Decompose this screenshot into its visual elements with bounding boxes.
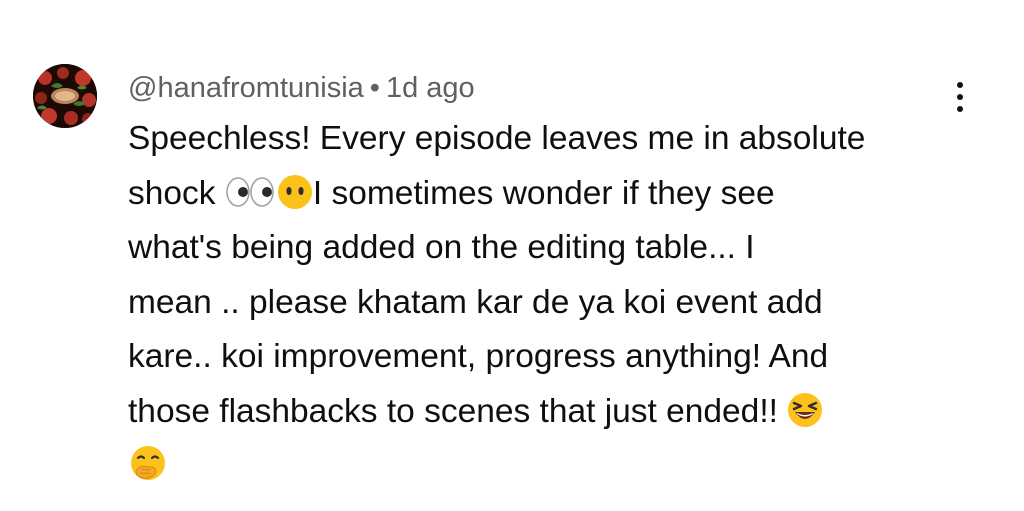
menu-dot xyxy=(957,106,963,112)
timestamp[interactable]: 1d ago xyxy=(386,72,475,104)
menu-dot xyxy=(957,82,963,88)
comment-body: Speechless! Every episode leaves me in a… xyxy=(128,112,948,494)
separator-dot: • xyxy=(369,72,380,104)
comment-item: @hanafromtunisia • 1d ago Speechless! Ever… xyxy=(0,0,1024,511)
comment-line xyxy=(128,439,948,494)
comment-line: what's being added on the editing table.… xyxy=(128,229,755,266)
author-handle[interactable]: @hanafromtunisia xyxy=(128,72,364,104)
eyes-emoji-icon xyxy=(225,175,277,209)
line-text: shock xyxy=(128,174,225,212)
line-text: those flashbacks to scenes that just end… xyxy=(128,392,788,430)
comment-line: Speechless! Every episode leaves me in a… xyxy=(128,120,866,157)
comment-line: those flashbacks to scenes that just end… xyxy=(128,385,948,440)
avatar[interactable] xyxy=(33,64,97,128)
comment-line: kare.. koi improvement, progress anythin… xyxy=(128,338,829,375)
face-with-hand-over-mouth-emoji-icon xyxy=(128,444,168,484)
line-text: I sometimes wonder if they see xyxy=(312,174,775,212)
face-without-mouth-emoji-icon xyxy=(277,174,313,210)
comment-header: @hanafromtunisia • 1d ago xyxy=(128,68,475,108)
comment-line: shock I sometimes wonder if they see xyxy=(128,167,948,222)
grinning-squinting-face-emoji-icon xyxy=(787,392,823,428)
menu-dot xyxy=(957,94,963,100)
comment-line: mean .. please khatam kar de ya koi even… xyxy=(128,283,823,321)
avatar-image xyxy=(33,64,97,128)
